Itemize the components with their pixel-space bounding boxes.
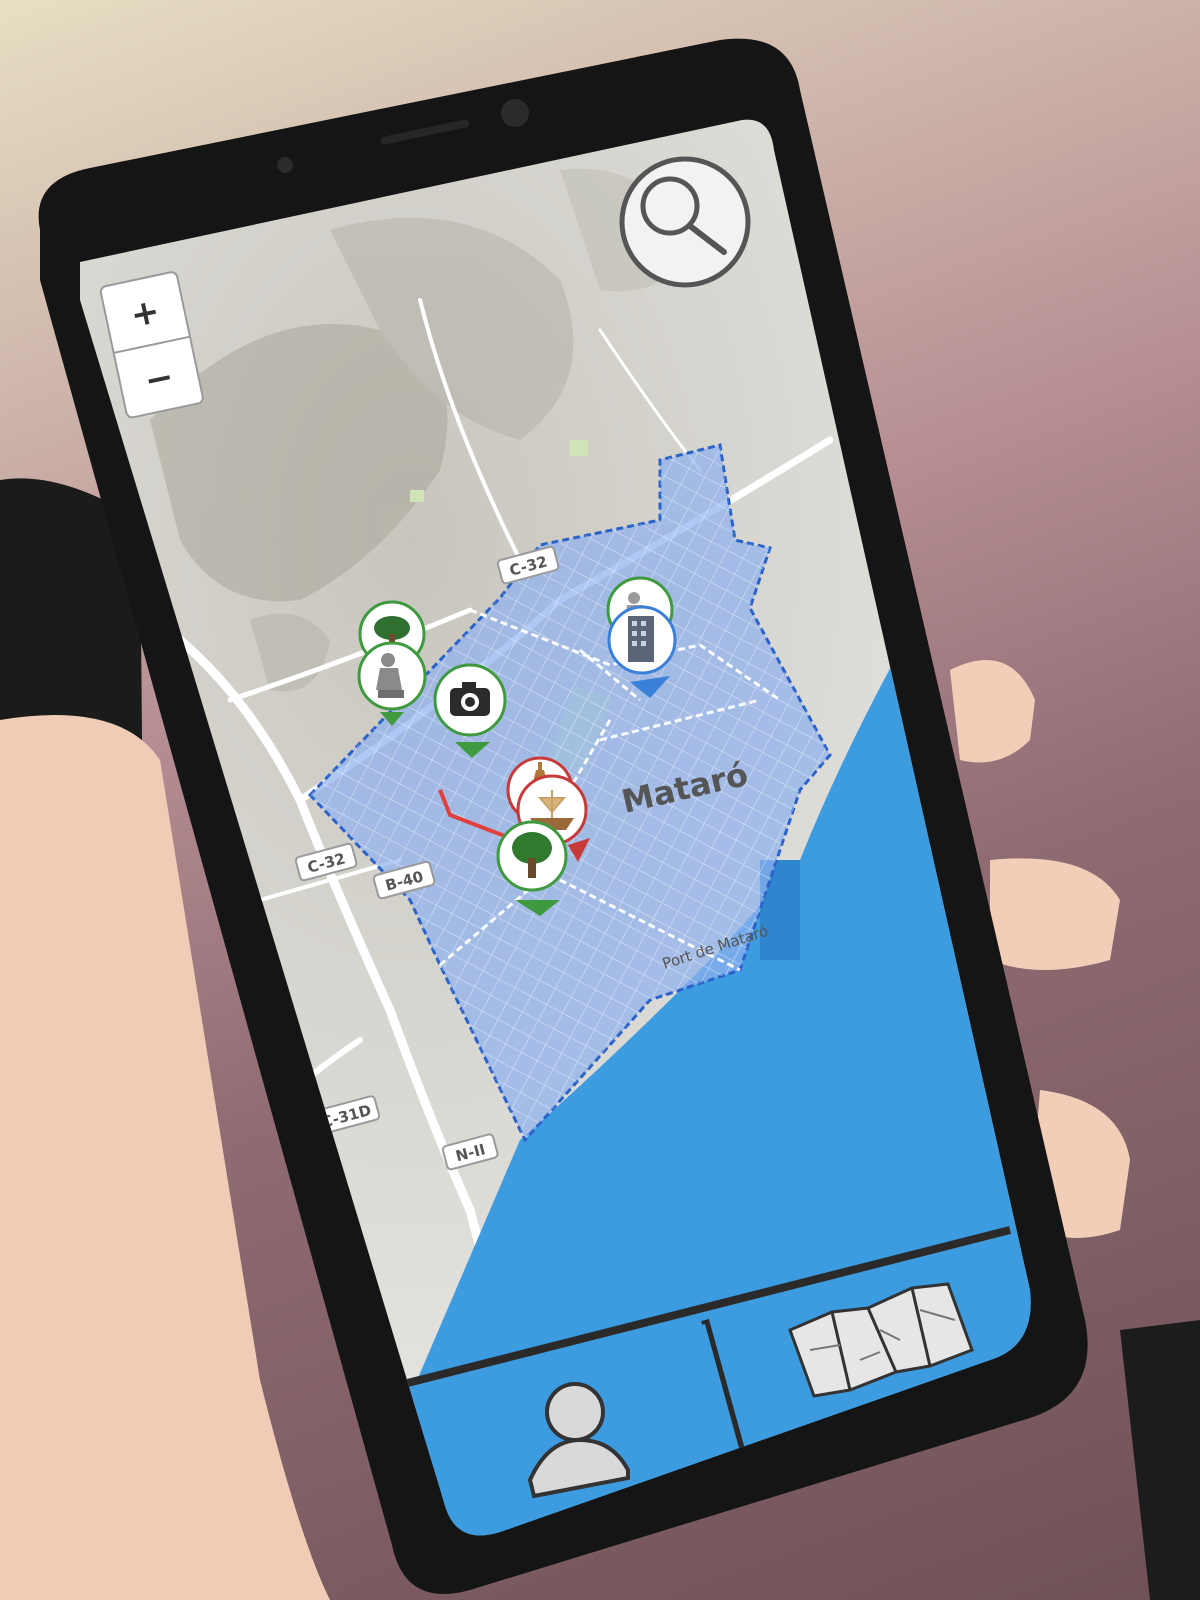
search-button[interactable]: [619, 156, 751, 288]
building-icon: [628, 616, 654, 662]
phone-photo: C-32 C-32 B-40 C-31D N-II Mataró Port de…: [0, 38, 1200, 1600]
